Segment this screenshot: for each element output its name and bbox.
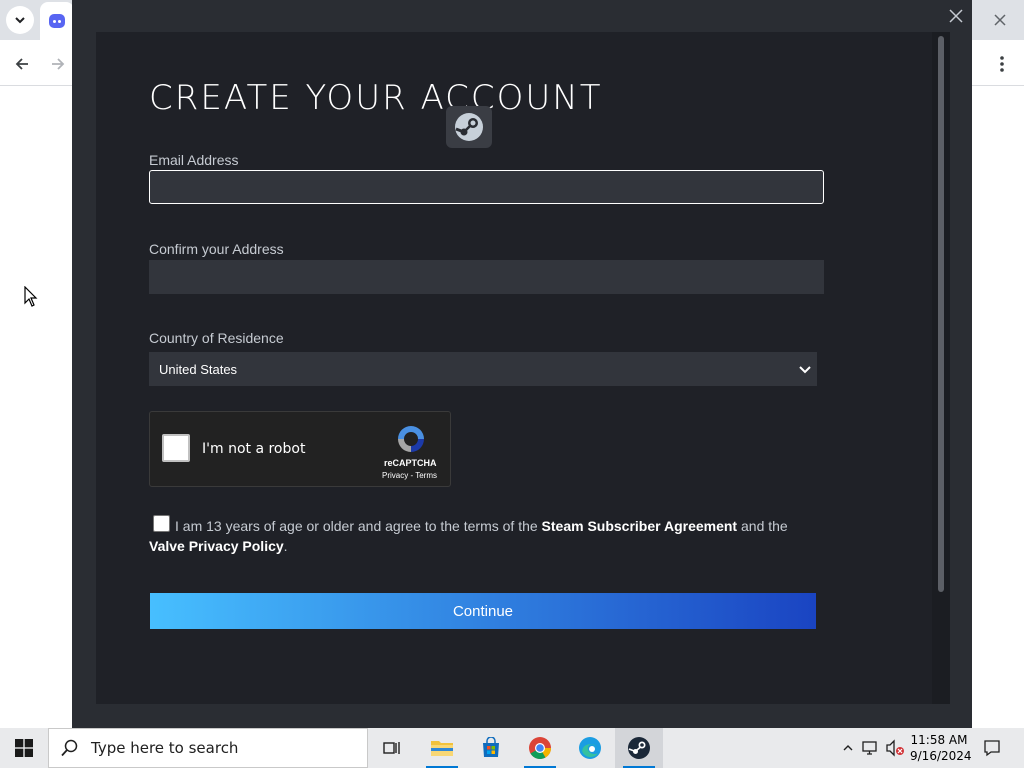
task-view-icon[interactable]: [368, 728, 416, 768]
back-arrow-icon[interactable]: [10, 52, 34, 76]
close-icon[interactable]: [988, 8, 1012, 32]
country-selected-value: United States: [159, 361, 238, 377]
email-label: Email Address: [149, 152, 239, 168]
chrome-icon[interactable]: [516, 728, 564, 768]
edge-icon[interactable]: [566, 728, 614, 768]
mouse-cursor-icon: [24, 285, 38, 313]
recaptcha-terms-link[interactable]: Terms: [415, 471, 437, 480]
recaptcha-checkbox[interactable]: [162, 434, 190, 462]
close-icon[interactable]: [944, 4, 968, 28]
volume-muted-icon[interactable]: [885, 738, 905, 758]
agreement-text-part-2: and the: [737, 518, 788, 534]
recaptcha-widget: I'm not a robot reCAPTCHA Privacy - Term…: [149, 411, 451, 487]
recaptcha-logo-icon: [398, 426, 424, 452]
recaptcha-label: I'm not a robot: [202, 441, 306, 457]
chevron-up-icon[interactable]: [838, 738, 858, 758]
chevron-down-icon[interactable]: [6, 6, 34, 34]
notification-icon[interactable]: [980, 736, 1004, 760]
continue-button[interactable]: Continue: [150, 593, 816, 629]
agreement-text-part-1: I am 13 years of age or older and agree …: [175, 518, 542, 534]
file-explorer-icon[interactable]: [418, 728, 466, 768]
confirm-email-field[interactable]: [149, 260, 824, 294]
recaptcha-privacy-link[interactable]: Privacy: [382, 471, 408, 480]
confirm-email-label: Confirm your Address: [149, 241, 284, 257]
page-title: CREATE YOUR ACCOUNT: [149, 78, 603, 118]
recaptcha-brand: reCAPTCHA: [384, 458, 437, 468]
steam-icon[interactable]: [615, 728, 663, 768]
forward-arrow-icon[interactable]: [46, 52, 70, 76]
discord-icon: [49, 14, 65, 28]
clock-date: 9/16/2024: [910, 749, 972, 763]
microsoft-store-icon[interactable]: [467, 728, 515, 768]
steam-logo-icon: [446, 106, 492, 148]
search-icon: [61, 739, 78, 757]
taskbar: Type here to search 11:58 AM 9/16/2024: [0, 728, 1024, 768]
discord-tab[interactable]: [40, 2, 74, 40]
windows-start-icon[interactable]: [0, 728, 48, 768]
subscriber-agreement-link[interactable]: Steam Subscriber Agreement: [542, 518, 738, 534]
search-placeholder: Type here to search: [91, 739, 239, 757]
taskbar-search-box[interactable]: Type here to search: [48, 728, 368, 768]
clock-time: 11:58 AM: [910, 733, 968, 747]
agreement-text-part-3: .: [283, 538, 288, 554]
taskbar-clock[interactable]: 11:58 AM 9/16/2024: [910, 732, 972, 764]
scrollbar-thumb[interactable]: [938, 36, 944, 592]
country-label: Country of Residence: [149, 330, 284, 346]
network-icon[interactable]: [861, 738, 881, 758]
age-agreement-checkbox[interactable]: [153, 515, 170, 532]
privacy-policy-link[interactable]: Valve Privacy Policy: [149, 538, 284, 554]
kebab-menu-icon[interactable]: [990, 52, 1014, 76]
chevron-down-icon: [799, 366, 811, 374]
agreement-text: I am 13 years of age or older and agree …: [149, 516, 821, 556]
country-select[interactable]: United States: [149, 352, 817, 386]
recaptcha-links: Privacy - Terms: [382, 471, 437, 480]
email-field[interactable]: [149, 170, 824, 204]
